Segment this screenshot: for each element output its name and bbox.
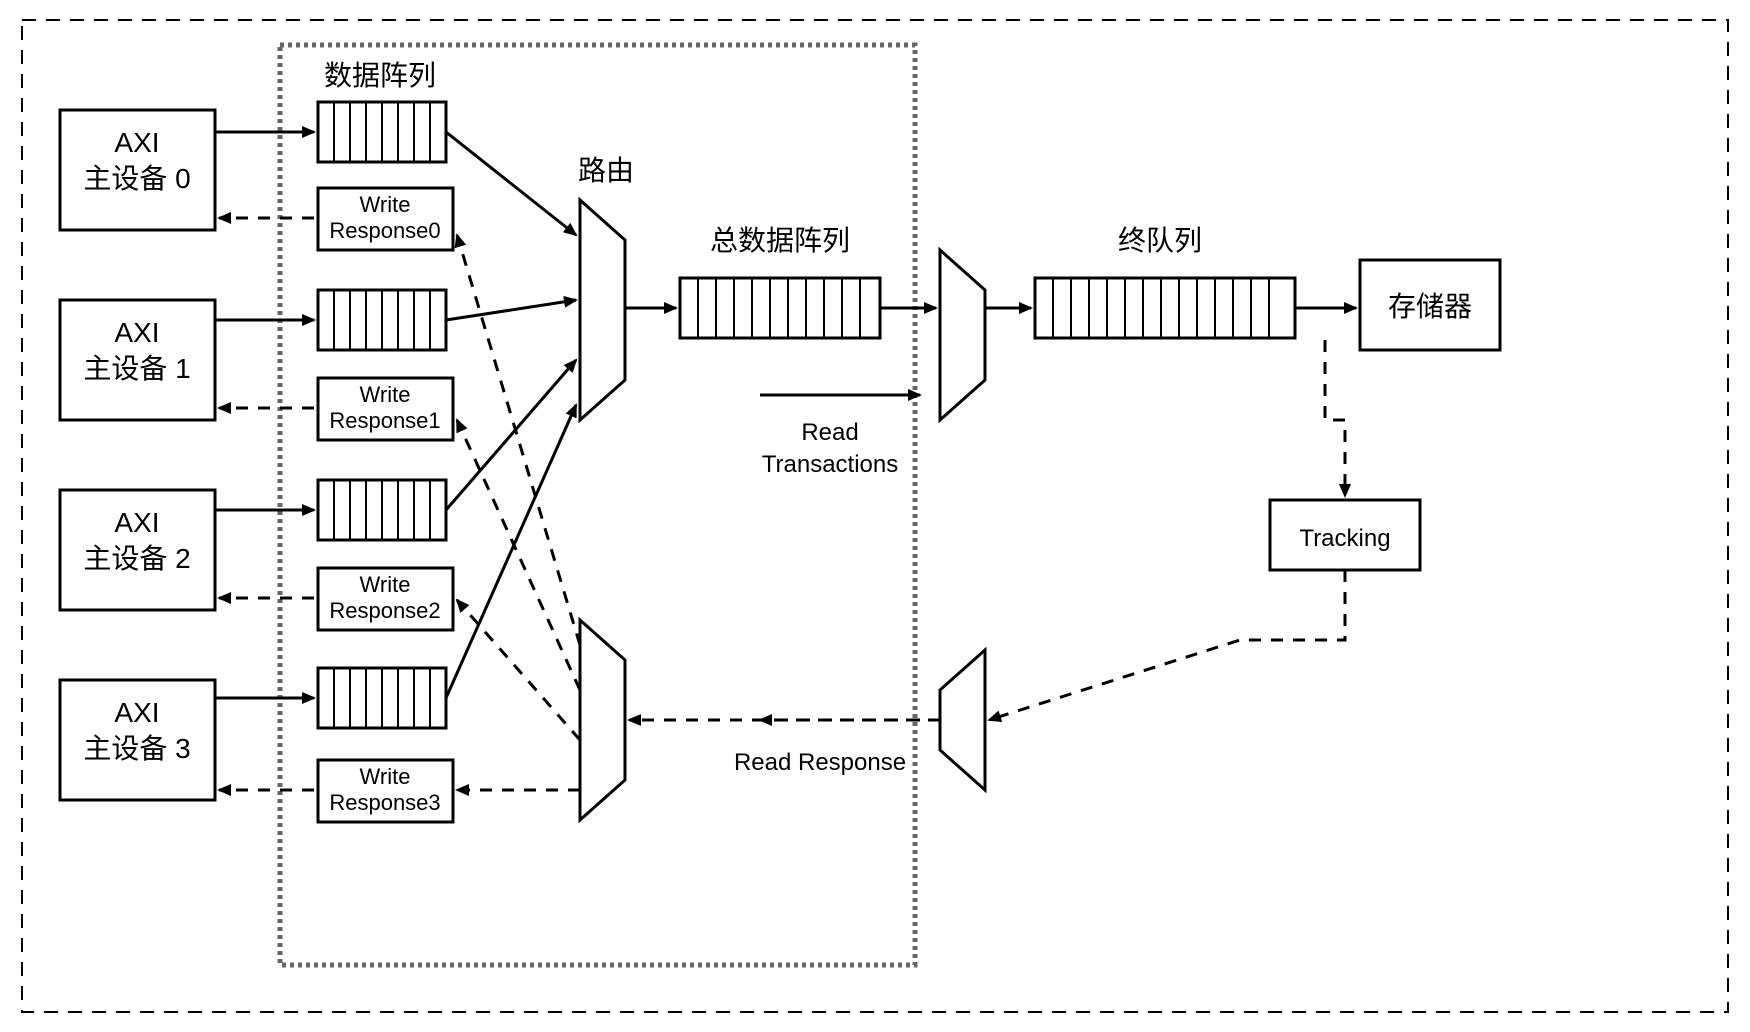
label-final-queue: 终队列 bbox=[1118, 225, 1202, 256]
master3-l1: AXI bbox=[114, 697, 159, 728]
arrow-to-tracking bbox=[1325, 340, 1345, 496]
svg-text:Response3: Response3 bbox=[329, 790, 440, 815]
memory-block: 存储器 bbox=[1360, 260, 1500, 350]
label-router: 路由 bbox=[578, 155, 634, 186]
axi-master-3: AXI 主设备 3 bbox=[60, 680, 215, 800]
write-response-1: Write Response1 bbox=[318, 378, 453, 440]
svg-text:Write: Write bbox=[360, 192, 411, 217]
master1-l2: 主设备 1 bbox=[83, 353, 190, 384]
main-queue bbox=[680, 278, 880, 338]
arrow-tracking-respmux bbox=[989, 570, 1345, 720]
svg-text:Write: Write bbox=[360, 382, 411, 407]
fifo-2 bbox=[318, 480, 446, 540]
master0-l2: 主设备 0 bbox=[83, 163, 190, 194]
label-main-queue: 总数据阵列 bbox=[710, 225, 850, 256]
master1-l1: AXI bbox=[114, 317, 159, 348]
arrow-f2-mux bbox=[446, 360, 576, 510]
svg-text:Response0: Response0 bbox=[329, 218, 440, 243]
tracking-block: Tracking bbox=[1270, 500, 1420, 570]
arrow-f1-mux bbox=[446, 300, 576, 320]
response-mux bbox=[940, 650, 985, 790]
stage2-mux bbox=[940, 250, 985, 420]
label-read-resp: Read Response bbox=[734, 749, 906, 776]
svg-text:Response2: Response2 bbox=[329, 598, 440, 623]
arrow-demux-wr2 bbox=[457, 600, 580, 740]
svg-text:Response1: Response1 bbox=[329, 408, 440, 433]
write-mux bbox=[580, 200, 625, 420]
fifo-0 bbox=[318, 102, 446, 162]
label-memory: 存储器 bbox=[1388, 291, 1472, 322]
fifo-3 bbox=[318, 668, 446, 728]
master2-l2: 主设备 2 bbox=[83, 543, 190, 574]
label-read-tx-2: Transactions bbox=[762, 451, 899, 478]
arrow-f3-mux bbox=[446, 405, 576, 698]
response-demux bbox=[580, 620, 625, 820]
master0-l1: AXI bbox=[114, 127, 159, 158]
master2-l1: AXI bbox=[114, 507, 159, 538]
arrow-demux-wr1 bbox=[457, 420, 580, 690]
final-queue bbox=[1035, 278, 1295, 338]
axi-master-1: AXI 主设备 1 bbox=[60, 300, 215, 420]
axi-master-2: AXI 主设备 2 bbox=[60, 490, 215, 610]
label-data-array: 数据阵列 bbox=[324, 60, 436, 91]
master3-l2: 主设备 3 bbox=[83, 733, 190, 764]
svg-text:Write: Write bbox=[360, 764, 411, 789]
write-response-0: Write Response0 bbox=[318, 188, 453, 250]
write-response-3: Write Response3 bbox=[318, 760, 453, 822]
axi-master-0: AXI 主设备 0 bbox=[60, 110, 215, 230]
diagram-canvas: AXI 主设备 0 AXI 主设备 1 AXI 主设备 2 AXI 主设备 3 … bbox=[0, 0, 1750, 1032]
fifo-1 bbox=[318, 290, 446, 350]
label-read-tx-1: Read bbox=[801, 419, 858, 446]
write-response-2: Write Response2 bbox=[318, 568, 453, 630]
label-tracking: Tracking bbox=[1299, 525, 1390, 552]
svg-text:Write: Write bbox=[360, 572, 411, 597]
arrow-f0-mux bbox=[446, 132, 576, 235]
